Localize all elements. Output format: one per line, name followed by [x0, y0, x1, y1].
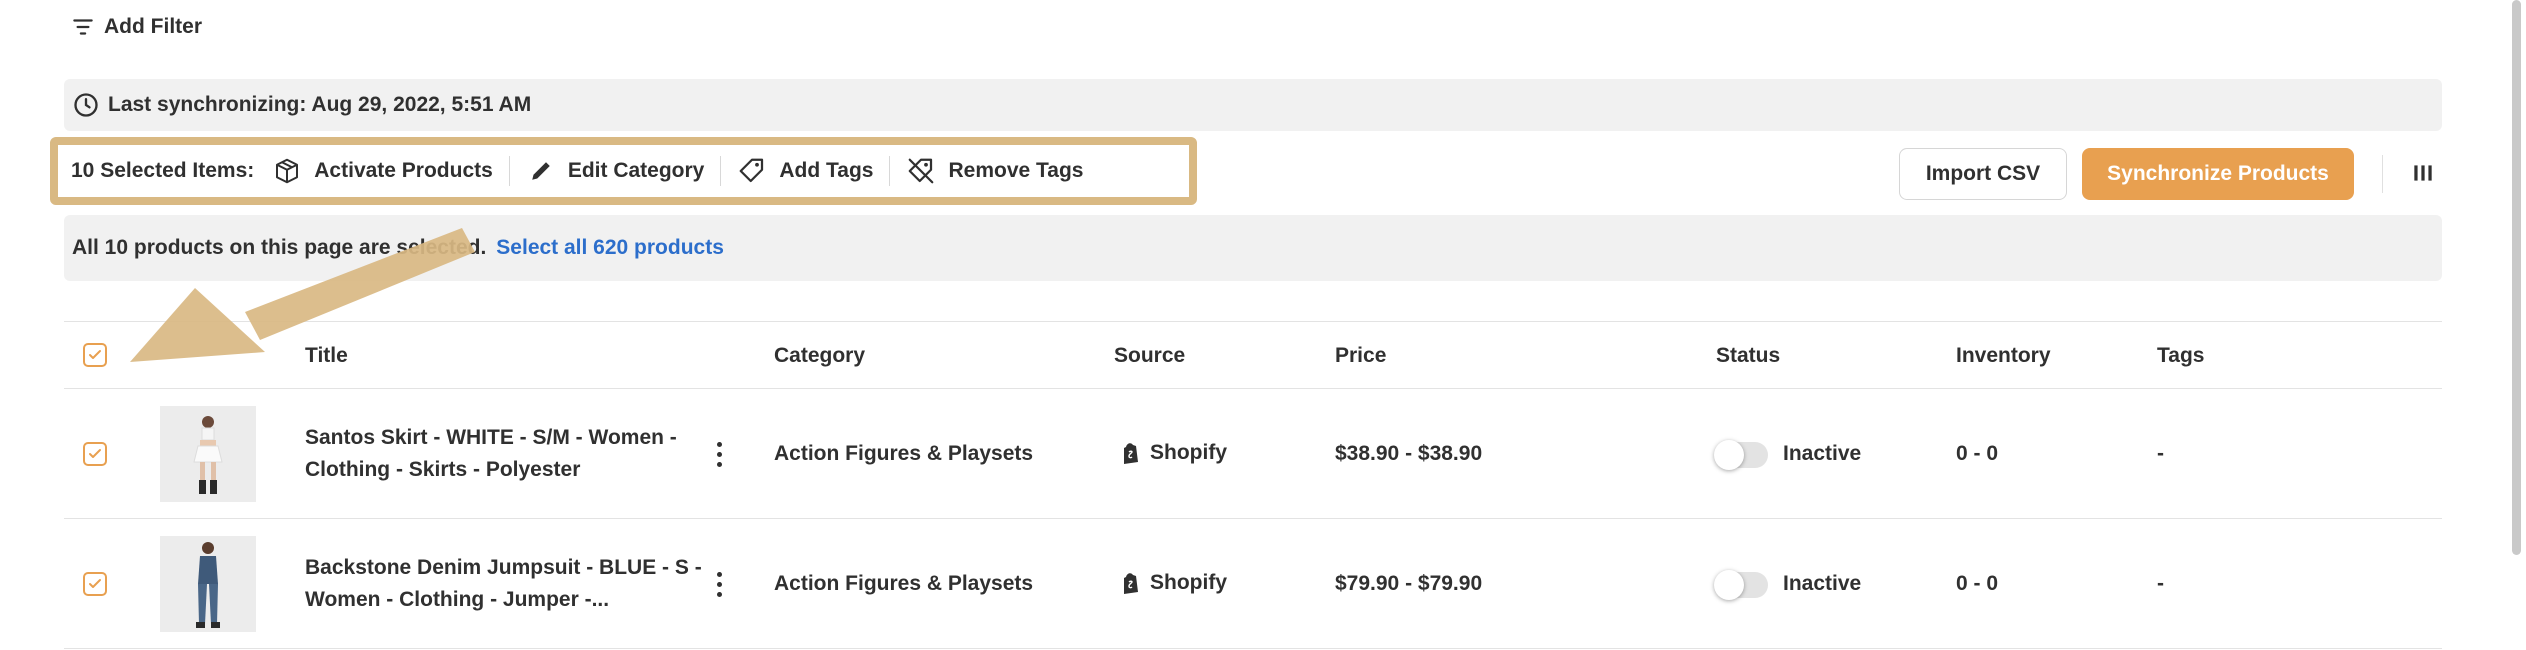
checkmark-icon: [89, 579, 101, 588]
source-label: Shopify: [1150, 441, 1227, 464]
product-inventory: 0 - 0: [1956, 442, 1999, 465]
tag-off-icon: [909, 158, 934, 184]
activate-products-label: Activate Products: [314, 159, 493, 182]
edit-category-button[interactable]: Edit Category: [508, 156, 721, 186]
clock-icon: [74, 93, 98, 117]
product-category: Action Figures & Playsets: [774, 442, 1034, 465]
shopify-icon: [1124, 573, 1138, 594]
add-filter-label: Add Filter: [104, 15, 202, 38]
product-source: Shopify: [1120, 571, 1227, 595]
pencil-icon: [532, 162, 550, 180]
shopify-icon: [1124, 443, 1138, 464]
dot-icon: [716, 591, 722, 597]
checkmark-icon: [89, 350, 101, 359]
select-all-checkbox[interactable]: [83, 343, 107, 367]
box-icon: [276, 158, 299, 184]
activate-products-button[interactable]: Activate Products: [272, 156, 509, 186]
page-scrollbar[interactable]: [2512, 0, 2521, 555]
selected-count: 10 Selected Items:: [71, 159, 255, 182]
header-inventory[interactable]: Inventory: [1956, 344, 2051, 368]
product-category: Action Figures & Playsets: [774, 572, 1034, 595]
edit-category-label: Edit Category: [567, 159, 705, 182]
product-title[interactable]: Santos Skirt - WHITE - S/M - Women - Clo…: [305, 422, 705, 486]
checkmark-icon: [89, 449, 101, 458]
status-toggle[interactable]: [1714, 440, 1768, 470]
remove-tags-button[interactable]: Remove Tags: [889, 156, 1099, 186]
filter-icon: [73, 19, 93, 35]
dot-icon: [716, 581, 722, 587]
row-checkbox[interactable]: [83, 572, 107, 596]
row-checkbox[interactable]: [83, 442, 107, 466]
status-toggle[interactable]: [1714, 570, 1768, 600]
header-price[interactable]: Price: [1335, 344, 1386, 368]
product-tags: -: [2157, 572, 2164, 595]
last-sync-banner: Last synchronizing: Aug 29, 2022, 5:51 A…: [64, 79, 2442, 131]
header-category[interactable]: Category: [774, 344, 865, 368]
synchronize-products-button[interactable]: Synchronize Products: [2082, 148, 2354, 200]
toggle-knob: [1714, 570, 1744, 600]
table-row[interactable]: Backstone Denim Jumpsuit - BLUE - S - Wo…: [64, 519, 2442, 649]
table-row[interactable]: Santos Skirt - WHITE - S/M - Women - Clo…: [64, 389, 2442, 519]
row-menu-button[interactable]: [712, 569, 726, 599]
add-tags-button[interactable]: Add Tags: [720, 156, 889, 186]
header-status[interactable]: Status: [1716, 344, 1780, 368]
product-title[interactable]: Backstone Denim Jumpsuit - BLUE - S - Wo…: [305, 552, 705, 616]
header-title[interactable]: Title: [305, 344, 348, 368]
products-table: Title Category Source Price Status Inven…: [64, 321, 2442, 649]
toolbar-divider: [2382, 155, 2383, 193]
dot-icon: [716, 451, 722, 457]
product-price: $79.90 - $79.90: [1335, 572, 1483, 595]
product-tags: -: [2157, 442, 2164, 465]
source-label: Shopify: [1150, 571, 1227, 594]
dot-icon: [716, 461, 722, 467]
columns-icon[interactable]: [2410, 160, 2436, 186]
product-inventory: 0 - 0: [1956, 572, 1999, 595]
remove-tags-label: Remove Tags: [948, 159, 1084, 182]
product-image: [160, 536, 256, 632]
bulk-actions-bar: 10 Selected Items: Activate Products Edi…: [50, 137, 1197, 205]
import-csv-button[interactable]: Import CSV: [1899, 148, 2067, 200]
add-filter-button[interactable]: Add Filter: [70, 14, 202, 40]
selection-notice-text: All 10 products on this page are selecte…: [72, 236, 487, 259]
row-menu-button[interactable]: [712, 439, 726, 469]
select-all-link[interactable]: Select all 620 products: [496, 236, 724, 260]
table-header: Title Category Source Price Status Inven…: [64, 321, 2442, 389]
product-thumbnail[interactable]: [160, 536, 256, 632]
add-tags-label: Add Tags: [779, 159, 874, 182]
status-label: Inactive: [1783, 572, 1862, 595]
selection-notice: All 10 products on this page are selecte…: [64, 215, 2442, 281]
dot-icon: [716, 441, 722, 447]
product-source: Shopify: [1120, 441, 1227, 465]
product-thumbnail[interactable]: [160, 406, 256, 502]
product-price: $38.90 - $38.90: [1335, 442, 1483, 465]
status-label: Inactive: [1783, 442, 1862, 465]
header-tags[interactable]: Tags: [2157, 344, 2204, 368]
last-sync-text: Last synchronizing: Aug 29, 2022, 5:51 A…: [108, 93, 532, 116]
product-image: [160, 406, 256, 502]
toggle-knob: [1714, 440, 1744, 470]
tag-icon: [739, 158, 764, 183]
header-source[interactable]: Source: [1114, 344, 1185, 368]
dot-icon: [716, 571, 722, 577]
